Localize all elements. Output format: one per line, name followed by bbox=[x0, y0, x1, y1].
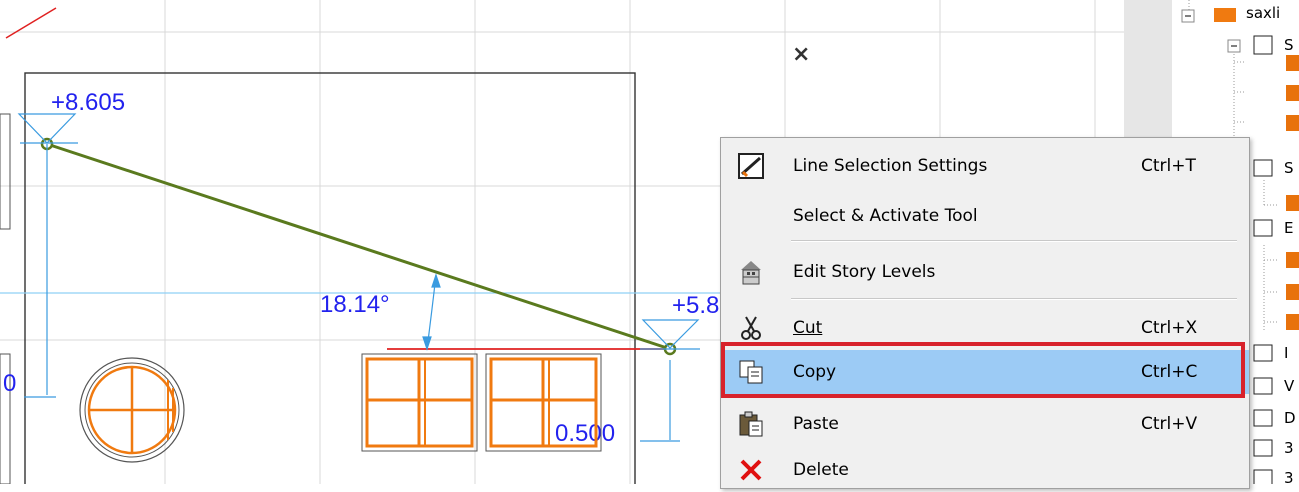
round-window[interactable] bbox=[79, 357, 185, 463]
tree-node-label[interactable]: 3 bbox=[1284, 469, 1294, 487]
tree-node-label[interactable]: S bbox=[1284, 36, 1294, 54]
elevation-marker-right bbox=[640, 319, 700, 442]
tree-node-label[interactable]: 3 bbox=[1284, 439, 1294, 457]
tree-node-label[interactable]: E bbox=[1284, 219, 1293, 237]
angle-dimension bbox=[422, 273, 441, 351]
menu-item-label: Paste bbox=[793, 414, 839, 434]
menu-item-shortcut: Ctrl+T bbox=[1141, 156, 1196, 176]
menu-item-shortcut: Ctrl+C bbox=[1141, 362, 1198, 382]
left-wall-segment bbox=[0, 113, 11, 230]
angle-label: 18.14° bbox=[320, 291, 390, 318]
menu-item-label: Cut bbox=[793, 318, 823, 338]
tree-node-label[interactable]: V bbox=[1284, 377, 1294, 395]
elevation-marker-left bbox=[17, 113, 78, 398]
tree-node-label[interactable]: I bbox=[1284, 344, 1288, 362]
scissors-icon bbox=[737, 314, 765, 342]
menu-item-shortcut: Ctrl+X bbox=[1141, 318, 1198, 338]
delete-x-icon bbox=[737, 456, 765, 484]
menu-item-shortcut: Ctrl+V bbox=[1141, 414, 1198, 434]
paste-icon bbox=[737, 410, 765, 438]
menu-item-label: Line Selection Settings bbox=[793, 156, 988, 176]
story-levels-icon bbox=[737, 258, 765, 286]
menu-item-cut[interactable]: Cut Ctrl+X bbox=[721, 306, 1249, 350]
left-dimension-label: 0 bbox=[3, 370, 16, 397]
roof-line[interactable] bbox=[46, 142, 671, 351]
window-1[interactable] bbox=[361, 353, 478, 452]
menu-item-label: Select & Activate Tool bbox=[793, 206, 978, 226]
line-settings-icon bbox=[737, 152, 765, 180]
menu-item-label: Edit Story Levels bbox=[793, 262, 936, 282]
menu-item-line-selection-settings[interactable]: Line Selection Settings Ctrl+T bbox=[721, 144, 1249, 188]
tree-node-label[interactable]: S bbox=[1284, 159, 1294, 177]
copy-icon bbox=[737, 358, 765, 386]
elevation-right-label: +5.8 bbox=[672, 292, 719, 319]
menu-separator bbox=[791, 240, 1237, 242]
tree-root-label[interactable]: saxli bbox=[1246, 4, 1280, 22]
context-menu: Line Selection Settings Ctrl+T Select & … bbox=[720, 137, 1250, 489]
menu-item-delete[interactable]: Delete bbox=[721, 448, 1249, 492]
menu-item-select-activate-tool[interactable]: Select & Activate Tool bbox=[721, 194, 1249, 238]
menu-item-edit-story-levels[interactable]: Edit Story Levels bbox=[721, 250, 1249, 294]
menu-item-copy[interactable]: Copy Ctrl+C bbox=[721, 350, 1249, 394]
close-icon[interactable]: × bbox=[792, 42, 810, 67]
menu-item-label: Copy bbox=[793, 362, 837, 382]
menu-separator bbox=[791, 298, 1237, 300]
tree-node-label[interactable]: D bbox=[1284, 409, 1296, 427]
offset-dimension-label: 0.500 bbox=[555, 420, 615, 447]
menu-item-label: Delete bbox=[793, 460, 849, 480]
red-line-top bbox=[5, 7, 57, 39]
menu-item-paste[interactable]: Paste Ctrl+V bbox=[721, 402, 1249, 446]
elevation-top-label: +8.605 bbox=[51, 89, 125, 116]
